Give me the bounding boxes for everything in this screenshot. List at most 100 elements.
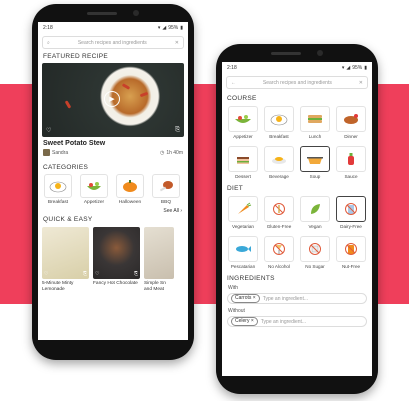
course-dinner[interactable]: Dinner — [336, 106, 366, 139]
recipe-thumbnail: ♡ ⎘ — [93, 227, 140, 279]
heart-icon[interactable]: ♡ — [46, 127, 51, 134]
ingredient-chip[interactable]: Carrots × — [231, 294, 260, 303]
phone-top-bezel — [216, 48, 378, 58]
sandwich-icon — [308, 115, 322, 123]
carrot-icon — [238, 202, 252, 214]
diet-vegetarian[interactable]: Vegetarian — [228, 196, 258, 229]
categories-heading: CATEGORIES — [43, 164, 89, 171]
cake-icon — [237, 157, 249, 164]
diet-dairy-free[interactable]: Dairy-Free — [336, 196, 366, 229]
diet-no-sugar[interactable]: No Sugar — [300, 236, 330, 269]
play-icon[interactable]: ▶ — [104, 91, 120, 107]
category-halloween[interactable]: Halloween — [114, 174, 146, 205]
drumstick-icon — [159, 181, 173, 192]
pumpkin-icon — [123, 180, 137, 192]
course-soup[interactable]: Soup — [300, 146, 330, 179]
with-placeholder: Type an ingredient... — [262, 295, 309, 302]
ingredients-heading: INGREDIENTS — [227, 275, 275, 282]
signal-icon: ◢ — [162, 24, 167, 31]
quick-easy-card[interactable]: ♡ ⎘ 5-Minute Minty Lemonade — [42, 227, 89, 293]
battery-icon: ▮ — [180, 24, 183, 31]
quick-easy-card[interactable]: Simple Sn and Meat — [144, 227, 174, 293]
without-placeholder: Type an ingredient... — [260, 318, 307, 325]
clear-icon[interactable]: ✕ — [175, 40, 179, 46]
course-heading: COURSE — [227, 95, 257, 102]
search-placeholder: Search recipes and ingredients — [262, 79, 332, 86]
bookmark-icon[interactable]: ⎘ — [83, 271, 87, 277]
diet-heading: DIET — [227, 185, 244, 192]
heart-icon[interactable]: ♡ — [44, 271, 48, 277]
search-placeholder: Search recipes and ingredients — [77, 39, 147, 46]
course-lunch[interactable]: Lunch — [300, 106, 330, 139]
course-label: Breakfast — [269, 134, 289, 139]
diet-grid: Vegetarian Gluten-Free Vegan Dairy-Free … — [222, 196, 372, 269]
recipe-thumbnail — [144, 227, 174, 279]
featured-heading: FEATURED RECIPE — [43, 53, 109, 60]
status-time: 2:18 — [227, 64, 237, 71]
wifi-icon: ▾ — [341, 64, 345, 71]
quick-easy-row: ♡ ⎘ 5-Minute Minty Lemonade ♡ ⎘ Fancy Ho… — [38, 227, 188, 293]
chili-garnish — [121, 83, 131, 90]
diet-label: No Sugar — [305, 264, 325, 269]
course-sauce[interactable]: Sauce — [336, 146, 366, 179]
see-all-link[interactable]: See All › — [38, 205, 188, 214]
left-phone: 2:18 ▾ ◢ 95% ▮ ⌕ Search recipes and ingr… — [32, 4, 194, 360]
no-sugar-icon — [309, 243, 321, 255]
featured-recipe-meta: Sandra ◷ 1h 40m — [38, 147, 188, 158]
diet-pescatarian[interactable]: Pescatarian — [228, 236, 258, 269]
no-nut-icon — [345, 243, 357, 255]
category-label: Appetizer — [83, 200, 105, 205]
course-dessert[interactable]: Dessert — [228, 146, 258, 179]
diet-gluten-free[interactable]: Gluten-Free — [264, 196, 294, 229]
right-screen: 2:18 ▾ ◢ 95% ▮ ← Search recipes and ingr… — [222, 62, 372, 376]
roast-chicken-icon — [344, 114, 358, 124]
heart-icon[interactable]: ♡ — [95, 271, 99, 277]
left-screen: 2:18 ▾ ◢ 95% ▮ ⌕ Search recipes and ingr… — [38, 22, 188, 340]
status-bar: 2:18 ▾ ◢ 95% ▮ — [222, 62, 372, 73]
without-ingredient-input[interactable]: Celery × Type an ingredient... — [227, 316, 367, 327]
camera-icon — [133, 10, 139, 16]
bookmark-icon[interactable]: ⎘ — [175, 127, 180, 134]
fish-icon — [236, 246, 251, 252]
diet-label: No Alcohol — [268, 264, 290, 269]
search-input[interactable]: ← Search recipes and ingredients ✕ — [226, 76, 368, 89]
speaker-grille — [271, 51, 301, 55]
status-time: 2:18 — [43, 24, 53, 31]
featured-recipe-image[interactable]: ▶ ♡ ⎘ — [42, 63, 184, 137]
showcase-stage: 2:18 ▾ ◢ 95% ▮ ⌕ Search recipes and ingr… — [0, 0, 409, 401]
category-appetizer[interactable]: Appetizer — [78, 174, 110, 205]
recipe-title: 5-Minute Minty Lemonade — [42, 281, 74, 292]
diet-vegan[interactable]: Vegan — [300, 196, 330, 229]
category-bbq[interactable]: BBQ — [150, 174, 182, 205]
status-icons: ▾ ◢ 95% ▮ — [342, 65, 367, 71]
course-label: Lunch — [308, 134, 322, 139]
course-breakfast[interactable]: Breakfast — [264, 106, 294, 139]
bookmark-icon[interactable]: ⎘ — [134, 271, 138, 277]
course-beverage[interactable]: Beverage — [264, 146, 294, 179]
author[interactable]: Sandra — [43, 149, 68, 156]
diet-no-alcohol[interactable]: No Alcohol — [264, 236, 294, 269]
right-phone: 2:18 ▾ ◢ 95% ▮ ← Search recipes and ingr… — [216, 44, 378, 394]
search-input[interactable]: ⌕ Search recipes and ingredients ✕ — [42, 36, 184, 49]
category-label: Halloween — [118, 200, 142, 205]
chili-garnish — [64, 100, 72, 109]
fried-egg-icon — [270, 114, 288, 126]
ingredient-chip[interactable]: Celery × — [231, 317, 258, 326]
status-icons: ▾ ◢ 95% ▮ — [158, 25, 183, 31]
course-label: Beverage — [269, 174, 289, 179]
quick-easy-card[interactable]: ♡ ⎘ Fancy Hot Chocolate — [93, 227, 140, 293]
category-breakfast[interactable]: Breakfast — [42, 174, 74, 205]
diet-label: Dairy-Free — [340, 224, 362, 229]
categories-row: Breakfast Appetizer Halloween BBQ — [38, 174, 188, 205]
course-label: Appetizer — [233, 134, 253, 139]
clear-icon[interactable]: ✕ — [359, 80, 363, 86]
course-label: Sauce — [344, 174, 358, 179]
camera-icon — [317, 50, 323, 56]
diet-nut-free[interactable]: Nut-Free — [336, 236, 366, 269]
diet-label: Pescatarian — [230, 264, 256, 269]
clock-icon: ◷ — [159, 149, 165, 156]
author-name: Sandra — [52, 149, 69, 156]
course-appetizer[interactable]: Appetizer — [228, 106, 258, 139]
featured-recipe-name[interactable]: Sweet Potato Stew — [38, 137, 188, 147]
with-ingredient-input[interactable]: Carrots × Type an ingredient... — [227, 293, 367, 304]
